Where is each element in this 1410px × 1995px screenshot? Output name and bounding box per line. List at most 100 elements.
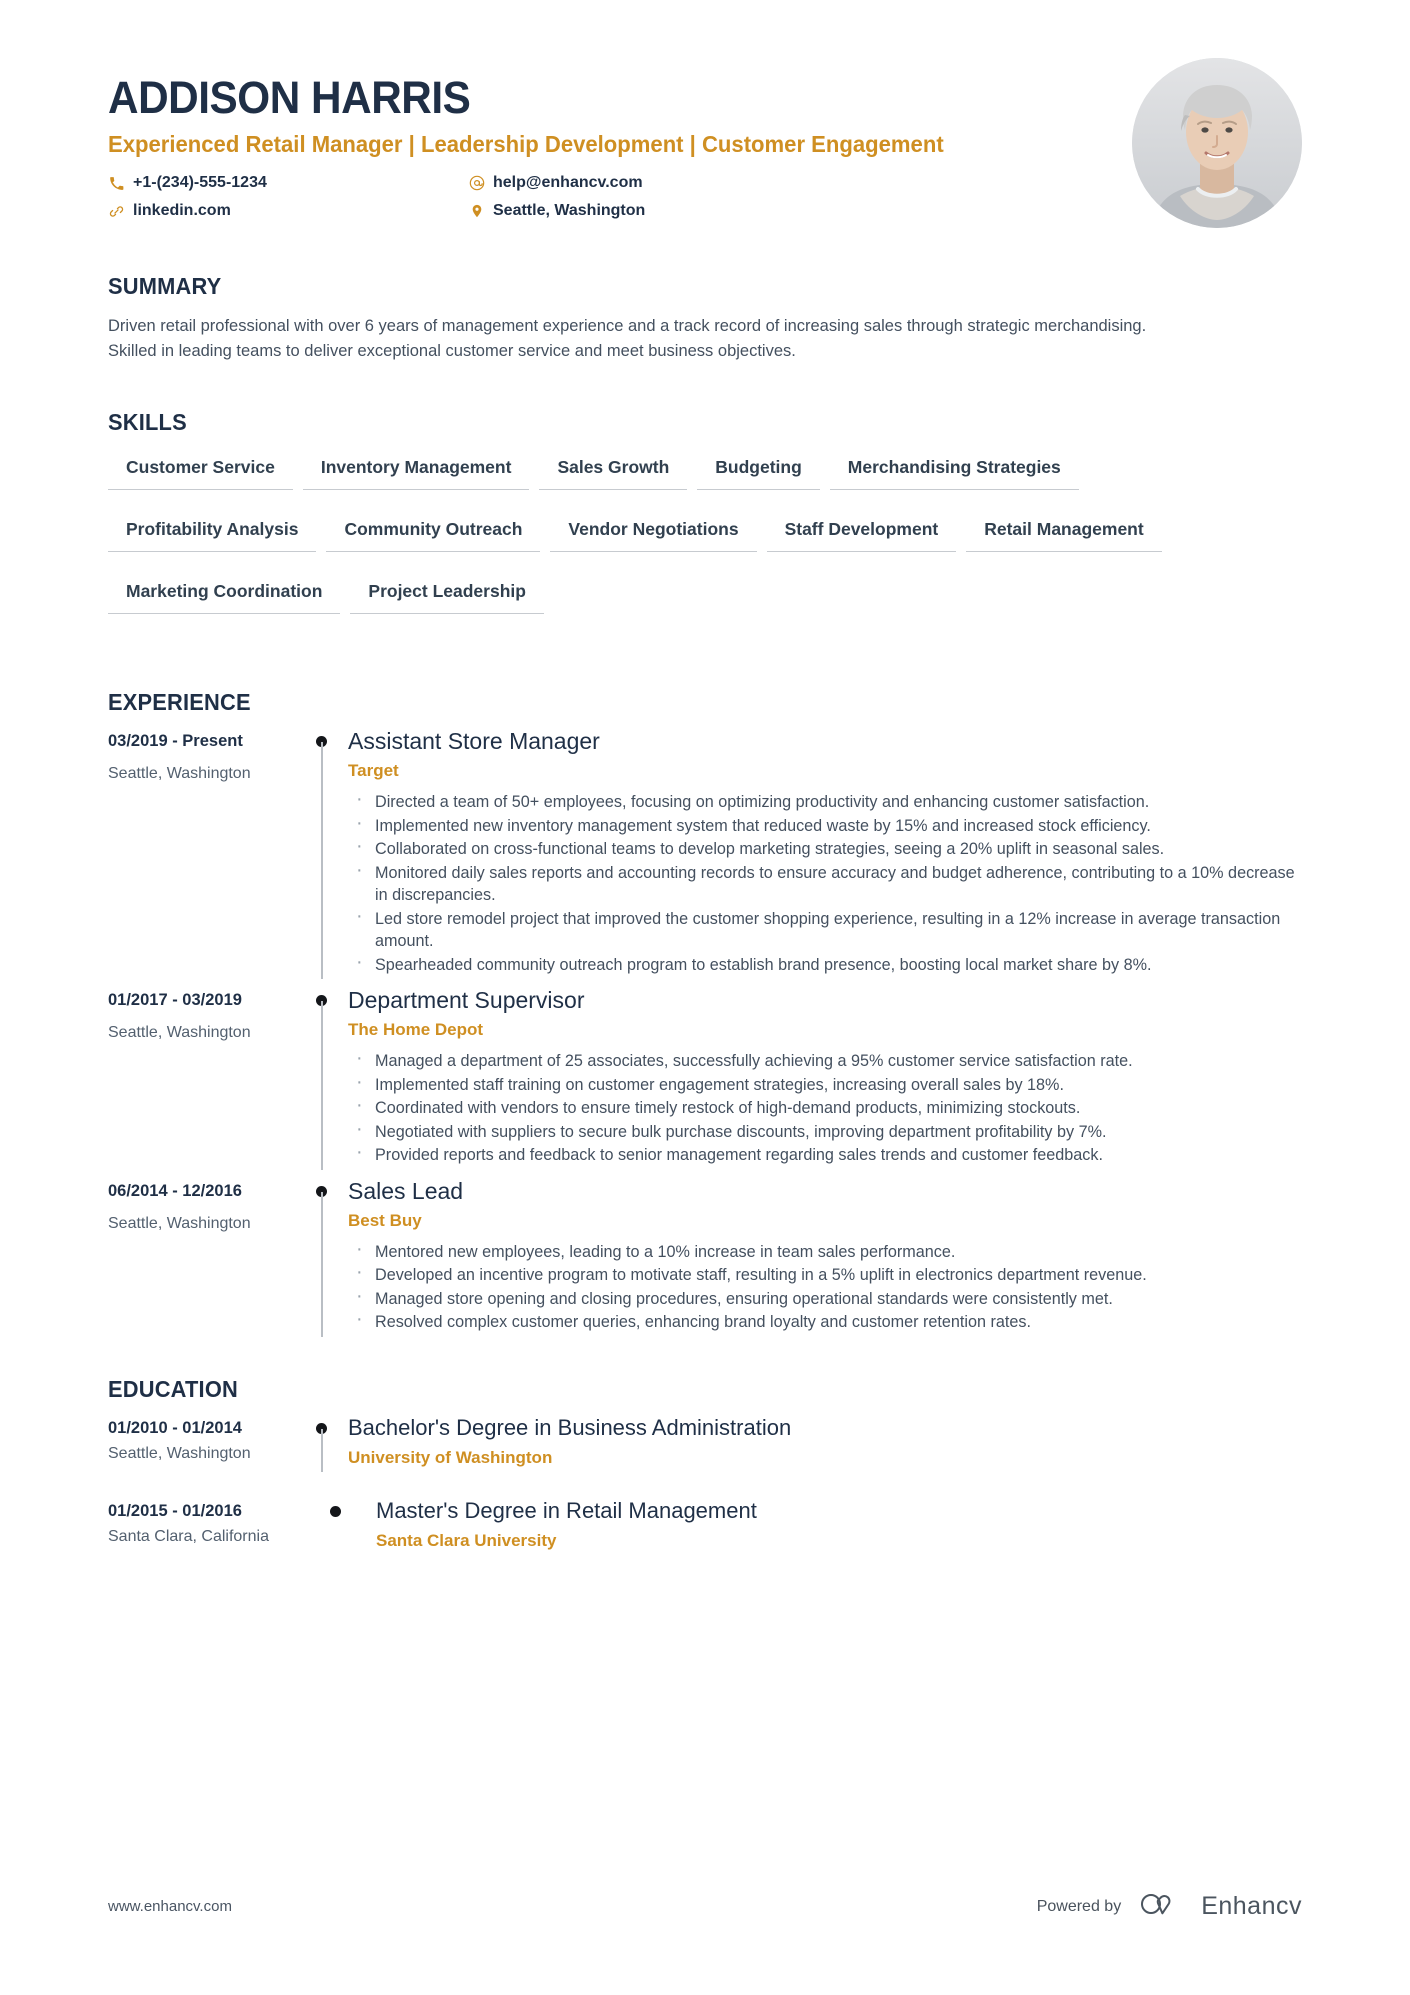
timeline-rail bbox=[304, 726, 348, 979]
experience-entry: 01/2017 - 03/2019 Seattle, Washington De… bbox=[108, 985, 1302, 1172]
summary-section: SUMMARY Driven retail professional with … bbox=[108, 272, 1302, 364]
timeline-line bbox=[321, 1428, 323, 1472]
education-section: EDUCATION 01/2010 - 01/2014 Seattle, Was… bbox=[108, 1375, 1302, 1557]
contact-email-value: help@enhancv.com bbox=[493, 174, 643, 191]
education-location: Santa Clara, California bbox=[108, 1527, 269, 1545]
location-icon bbox=[468, 203, 485, 219]
powered-by-label: Powered by bbox=[1036, 1897, 1122, 1915]
contact-link[interactable]: linkedin.com bbox=[108, 198, 468, 224]
bullet-item: Spearheaded community outreach program t… bbox=[348, 951, 1302, 977]
page-footer: www.enhancv.com Powered by Enhancv bbox=[108, 1890, 1302, 1923]
timeline-dot-icon bbox=[330, 1505, 341, 1517]
timeline-rail bbox=[304, 1176, 348, 1337]
contact-link-value: linkedin.com bbox=[133, 202, 231, 219]
skills-section: SKILLS Customer Service Inventory Manage… bbox=[108, 408, 1302, 636]
enhancv-logo-icon bbox=[1139, 1890, 1191, 1923]
contact-phone-value: +1-(234)-555-1234 bbox=[133, 174, 267, 191]
resume-page: ADDISON HARRIS Experienced Retail Manage… bbox=[0, 0, 1410, 1995]
company-name: The Home Depot bbox=[348, 1020, 484, 1039]
experience-date: 06/2014 - 12/2016 bbox=[108, 1181, 242, 1200]
timeline-rail bbox=[304, 985, 348, 1170]
bullet-item: Directed a team of 50+ employees, focusi… bbox=[348, 788, 1302, 814]
experience-location: Seattle, Washington bbox=[108, 1024, 251, 1041]
footer-branding: Powered by Enhancv bbox=[1037, 1890, 1302, 1923]
education-details: Bachelor's Degree in Business Administra… bbox=[348, 1413, 1302, 1470]
school-name: Santa Clara University bbox=[376, 1530, 557, 1550]
skills-list: Customer Service Inventory Management Sa… bbox=[108, 450, 1288, 636]
skill-tag: Customer Service bbox=[108, 450, 293, 490]
timeline-line bbox=[321, 1001, 323, 1170]
skill-tag: Project Leadership bbox=[350, 574, 544, 614]
job-title: Department Supervisor bbox=[348, 987, 585, 1013]
timeline-line bbox=[321, 1191, 323, 1337]
enhancv-wordmark: Enhancv bbox=[1201, 1892, 1302, 1920]
experience-meta: 03/2019 - Present Seattle, Washington bbox=[108, 726, 304, 977]
skill-tag: Staff Development bbox=[766, 512, 957, 552]
company-name: Best Buy bbox=[348, 1210, 422, 1230]
skill-tag: Budgeting bbox=[697, 450, 820, 490]
experience-entry: 03/2019 - Present Seattle, Washington As… bbox=[108, 726, 1302, 981]
bullet-item: Mentored new employees, leading to a 10%… bbox=[348, 1238, 1302, 1264]
experience-entry: 06/2014 - 12/2016 Seattle, Washington Sa… bbox=[108, 1176, 1302, 1339]
bullet-item: Implemented new inventory management sys… bbox=[348, 812, 1302, 838]
experience-location: Seattle, Washington bbox=[108, 1214, 251, 1232]
company-name: Target bbox=[348, 761, 399, 780]
skill-tag: Community Outreach bbox=[326, 512, 541, 552]
bullet-item: Negotiated with suppliers to secure bulk… bbox=[348, 1118, 1302, 1144]
skill-tag: Marketing Coordination bbox=[108, 574, 341, 614]
skill-tag: Profitability Analysis bbox=[108, 512, 317, 552]
job-title: Sales Lead bbox=[348, 1177, 464, 1204]
bullet-item: Monitored daily sales reports and accoun… bbox=[348, 859, 1302, 907]
bullet-item: Provided reports and feedback to senior … bbox=[348, 1141, 1302, 1167]
skill-tag: Merchandising Strategies bbox=[829, 450, 1079, 490]
timeline-line bbox=[321, 742, 323, 979]
timeline-rail bbox=[304, 1496, 362, 1553]
link-icon bbox=[108, 204, 125, 219]
skill-tag: Retail Management bbox=[966, 512, 1162, 552]
bullet-item: Managed a department of 25 associates, s… bbox=[348, 1047, 1302, 1073]
enhancv-brand: Enhancv bbox=[1139, 1890, 1302, 1923]
school-name: University of Washington bbox=[348, 1447, 553, 1467]
contact-location[interactable]: Seattle, Washington bbox=[468, 198, 828, 224]
timeline-rail bbox=[304, 1413, 348, 1472]
experience-date: 03/2019 - Present bbox=[108, 732, 243, 750]
experience-bullets: Managed a department of 25 associates, s… bbox=[348, 1047, 1302, 1167]
resume-header: ADDISON HARRIS Experienced Retail Manage… bbox=[108, 0, 1302, 228]
experience-location: Seattle, Washington bbox=[108, 765, 251, 782]
experience-details: Department Supervisor The Home Depot Man… bbox=[348, 985, 1302, 1168]
skills-title: SKILLS bbox=[108, 409, 187, 435]
education-entry: 01/2010 - 01/2014 Seattle, Washington Ba… bbox=[108, 1413, 1302, 1474]
bullet-item: Implemented staff training on customer e… bbox=[348, 1071, 1302, 1097]
education-location: Seattle, Washington bbox=[108, 1444, 251, 1462]
bullet-item: Led store remodel project that improved … bbox=[348, 905, 1302, 953]
bullet-item: Resolved complex customer queries, enhan… bbox=[348, 1308, 1302, 1334]
education-entry: 01/2015 - 01/2016 Santa Clara, Californi… bbox=[108, 1496, 1302, 1557]
summary-title: SUMMARY bbox=[108, 273, 222, 299]
experience-title: EXPERIENCE bbox=[108, 689, 251, 715]
footer-url[interactable]: www.enhancv.com bbox=[108, 1898, 232, 1915]
skill-tag: Inventory Management bbox=[302, 450, 530, 490]
contact-location-value: Seattle, Washington bbox=[493, 202, 646, 219]
skill-tag: Vendor Negotiations bbox=[550, 512, 757, 552]
education-meta: 01/2010 - 01/2014 Seattle, Washington bbox=[108, 1413, 304, 1470]
experience-date: 01/2017 - 03/2019 bbox=[108, 991, 242, 1009]
skill-tag: Sales Growth bbox=[539, 450, 688, 490]
education-date: 01/2015 - 01/2016 bbox=[108, 1501, 242, 1520]
page-title: ADDISON HARRIS bbox=[108, 72, 471, 123]
degree-title: Master's Degree in Retail Management bbox=[376, 1497, 757, 1523]
email-icon bbox=[468, 175, 485, 191]
bullet-item: Developed an incentive program to motiva… bbox=[348, 1261, 1302, 1287]
bullet-item: Managed store opening and closing proced… bbox=[348, 1285, 1302, 1311]
job-title: Assistant Store Manager bbox=[348, 728, 600, 754]
education-details: Master's Degree in Retail Management San… bbox=[362, 1496, 1302, 1553]
bullet-item: Collaborated on cross-functional teams t… bbox=[348, 835, 1302, 861]
contact-phone[interactable]: +1-(234)-555-1234 bbox=[108, 170, 468, 196]
experience-details: Sales Lead Best Buy Mentored new employe… bbox=[348, 1176, 1302, 1335]
avatar bbox=[1132, 58, 1302, 228]
contact-email[interactable]: help@enhancv.com bbox=[468, 170, 828, 196]
bullet-item: Coordinated with vendors to ensure timel… bbox=[348, 1094, 1302, 1120]
experience-details: Assistant Store Manager Target Directed … bbox=[348, 726, 1302, 977]
phone-icon bbox=[108, 176, 125, 191]
contact-info: +1-(234)-555-1234 help@enhancv.com linke… bbox=[108, 170, 828, 226]
education-meta: 01/2015 - 01/2016 Santa Clara, Californi… bbox=[108, 1496, 304, 1553]
